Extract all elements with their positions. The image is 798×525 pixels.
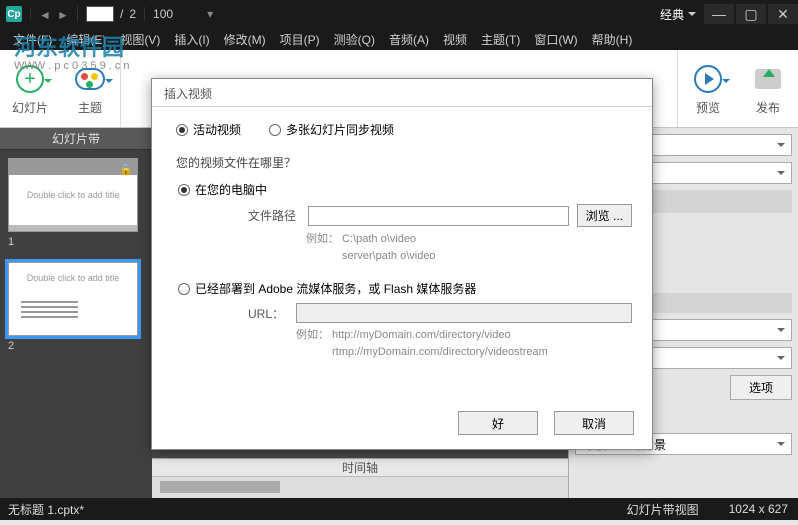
radio-local-label: 在您的电脑中 — [195, 181, 267, 198]
insert-video-dialog: 插入视频 活动视频 多张幻灯片同步视频 您的视频文件在哪里？ 在您的电脑中 文件… — [151, 78, 653, 450]
tool-themes[interactable]: 主题 — [60, 50, 120, 127]
dialog-title: 插入视频 — [152, 79, 652, 107]
window-controls: — ▢ ✕ — [702, 4, 798, 24]
radio-dot-icon — [176, 124, 188, 136]
publish-icon — [755, 69, 781, 89]
play-icon — [694, 65, 722, 93]
slide-number-2: 2 — [8, 340, 144, 352]
slide-number-1: 1 — [8, 236, 144, 248]
slide-list[interactable]: Double click to add title 🔒 1 Double cli… — [0, 150, 152, 498]
thumb-placeholder-text: Double click to add title — [27, 190, 120, 200]
titlebar-page-group: / 2 — [77, 6, 144, 22]
status-viewmode: 幻灯片带视图 — [627, 501, 729, 518]
radio-dot-icon — [178, 283, 190, 295]
close-button[interactable]: ✕ — [768, 4, 798, 24]
url-hint-1: 例如： http://myDomain.com/directory/video — [296, 327, 632, 344]
menu-view[interactable]: 视图(V) — [113, 29, 167, 50]
menu-file[interactable]: 文件(F) — [6, 29, 59, 50]
app-icon: Cp — [6, 6, 22, 22]
radio-active-label: 活动视频 — [193, 121, 241, 138]
menu-window[interactable]: 窗口(W) — [527, 29, 584, 50]
radio-dot-icon — [269, 124, 281, 136]
workspace-style-dropdown[interactable]: 经典 — [652, 4, 702, 25]
menu-help[interactable]: 帮助(H) — [585, 29, 640, 50]
lock-icon: 🔒 — [119, 163, 133, 177]
timeline-panel[interactable]: 时间轴 — [152, 458, 568, 498]
filepath-label: 文件路径 — [248, 207, 300, 224]
radio-active-video[interactable]: 活动视频 — [176, 121, 241, 138]
radio-local-file[interactable]: 在您的电脑中 — [178, 181, 632, 198]
palette-icon — [75, 68, 105, 90]
filepath-hint-1: 例如： C:\path o\video — [306, 231, 632, 248]
tool-publish-label: 发布 — [756, 99, 780, 116]
menu-insert[interactable]: 插入(I) — [167, 29, 216, 50]
radio-multi-label: 多张幻灯片同步视频 — [286, 121, 394, 138]
filmstrip-header: 幻灯片带 — [0, 128, 152, 150]
menu-modify[interactable]: 修改(M) — [217, 29, 273, 50]
page-separator: / — [120, 7, 123, 21]
slide-thumb-2[interactable]: Double click to add title 2 — [8, 262, 144, 352]
page-current-input[interactable] — [86, 6, 114, 22]
minimize-button[interactable]: — — [704, 4, 734, 24]
timeline-header: 时间轴 — [152, 459, 568, 477]
url-label: URL： — [248, 305, 288, 322]
menu-video[interactable]: 视频 — [436, 29, 474, 50]
menu-bar: 文件(F) 编辑(E) 视图(V) 插入(I) 修改(M) 项目(P) 测验(Q… — [0, 28, 798, 50]
chevron-down-icon[interactable]: ▾ — [207, 7, 213, 21]
filepath-input[interactable] — [308, 206, 569, 226]
maximize-button[interactable]: ▢ — [736, 4, 766, 24]
slide-thumb-1[interactable]: Double click to add title 🔒 1 — [8, 158, 144, 248]
radio-deployed[interactable]: 已经部署到 Adobe 流媒体服务，或 Flash 媒体服务器 — [178, 280, 632, 297]
browse-button[interactable]: 浏览 ... — [577, 204, 632, 227]
status-dimensions: 1024 x 627 — [729, 502, 798, 516]
titlebar-zoom-group: 100 ▾ — [144, 7, 221, 21]
menu-theme[interactable]: 主题(T) — [474, 29, 527, 50]
tool-preview[interactable]: 预览 — [678, 50, 738, 127]
video-type-radiogroup: 活动视频 多张幻灯片同步视频 — [176, 121, 632, 138]
ok-button[interactable]: 好 — [458, 411, 538, 435]
url-input — [296, 303, 632, 323]
tool-publish[interactable]: 发布 — [738, 50, 798, 127]
tool-preview-label: 预览 — [696, 99, 720, 116]
url-hint-2: rtmp://myDomain.com/directory/videostrea… — [332, 344, 632, 361]
menu-edit[interactable]: 编辑(E) — [59, 29, 113, 50]
timeline-track[interactable] — [160, 481, 280, 493]
radio-multislide-video[interactable]: 多张幻灯片同步视频 — [269, 121, 394, 138]
filmstrip-panel: 幻灯片带 Double click to add title 🔒 1 Doubl… — [0, 128, 152, 498]
tool-slides[interactable]: + 幻灯片 — [0, 50, 60, 127]
radio-deployed-label: 已经部署到 Adobe 流媒体服务，或 Flash 媒体服务器 — [195, 280, 476, 297]
history-fwd-icon[interactable]: ► — [57, 8, 69, 20]
filepath-hint-2: server\path o\video — [342, 248, 632, 265]
cancel-button[interactable]: 取消 — [554, 411, 634, 435]
status-filename: 无标题 1.cptx* — [0, 501, 627, 518]
status-bar: 无标题 1.cptx* 幻灯片带视图 1024 x 627 — [0, 498, 798, 520]
tool-themes-label: 主题 — [78, 99, 102, 116]
menu-project[interactable]: 项目(P) — [273, 29, 327, 50]
menu-audio[interactable]: 音频(A) — [382, 29, 436, 50]
titlebar-nav-group: ◄ ► — [30, 8, 77, 20]
window-titlebar: Cp ◄ ► / 2 100 ▾ 经典 — ▢ ✕ — [0, 0, 798, 28]
history-back-icon[interactable]: ◄ — [39, 8, 51, 20]
prop-options-button[interactable]: 选项 — [730, 375, 792, 400]
add-slide-icon: + — [16, 65, 44, 93]
dialog-question: 您的视频文件在哪里？ — [176, 154, 632, 171]
page-total: 2 — [129, 7, 136, 21]
radio-dot-icon — [178, 184, 190, 196]
tool-slides-label: 幻灯片 — [12, 99, 48, 116]
zoom-value[interactable]: 100 — [153, 7, 173, 21]
menu-quiz[interactable]: 测验(Q) — [327, 29, 382, 50]
thumb-placeholder-text: Double click to add title — [27, 273, 120, 283]
